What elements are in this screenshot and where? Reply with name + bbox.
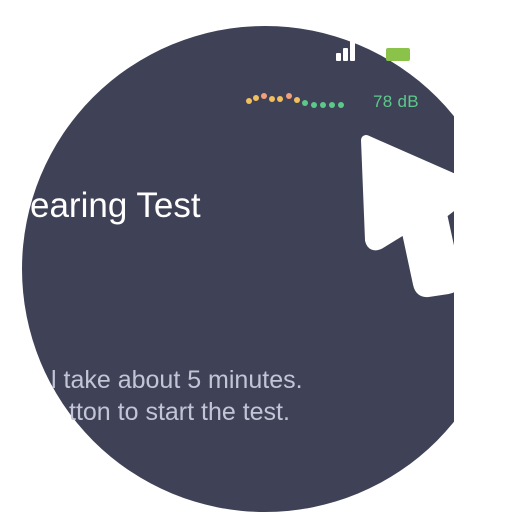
- decibel-readout: 78 dB: [373, 92, 419, 111]
- level-dot: [294, 97, 300, 103]
- level-dot: [261, 93, 267, 99]
- instruction-line: l take about 5 minutes.: [51, 366, 303, 394]
- level-dot: [302, 100, 308, 106]
- level-dot: [253, 95, 259, 101]
- level-dot: [311, 102, 317, 108]
- instructions-text: l take about 5 minutes. tton to start th…: [51, 364, 303, 428]
- level-dot: [320, 102, 326, 108]
- level-dot: [338, 102, 344, 108]
- sound-level-meter: [246, 88, 364, 114]
- instruction-line: tton to start the test.: [69, 398, 290, 426]
- level-dot: [286, 93, 292, 99]
- level-dot: [246, 98, 252, 104]
- screenshot-stage: 78 dB earing Test l take about 5 minutes…: [0, 0, 531, 531]
- crop-edge: [454, 0, 531, 531]
- page-title: earing Test: [30, 186, 201, 225]
- level-dot: [269, 96, 275, 102]
- level-dot: [329, 102, 335, 108]
- level-dot: [277, 96, 283, 102]
- battery-icon: [386, 48, 410, 61]
- signal-bars-icon: [336, 41, 360, 61]
